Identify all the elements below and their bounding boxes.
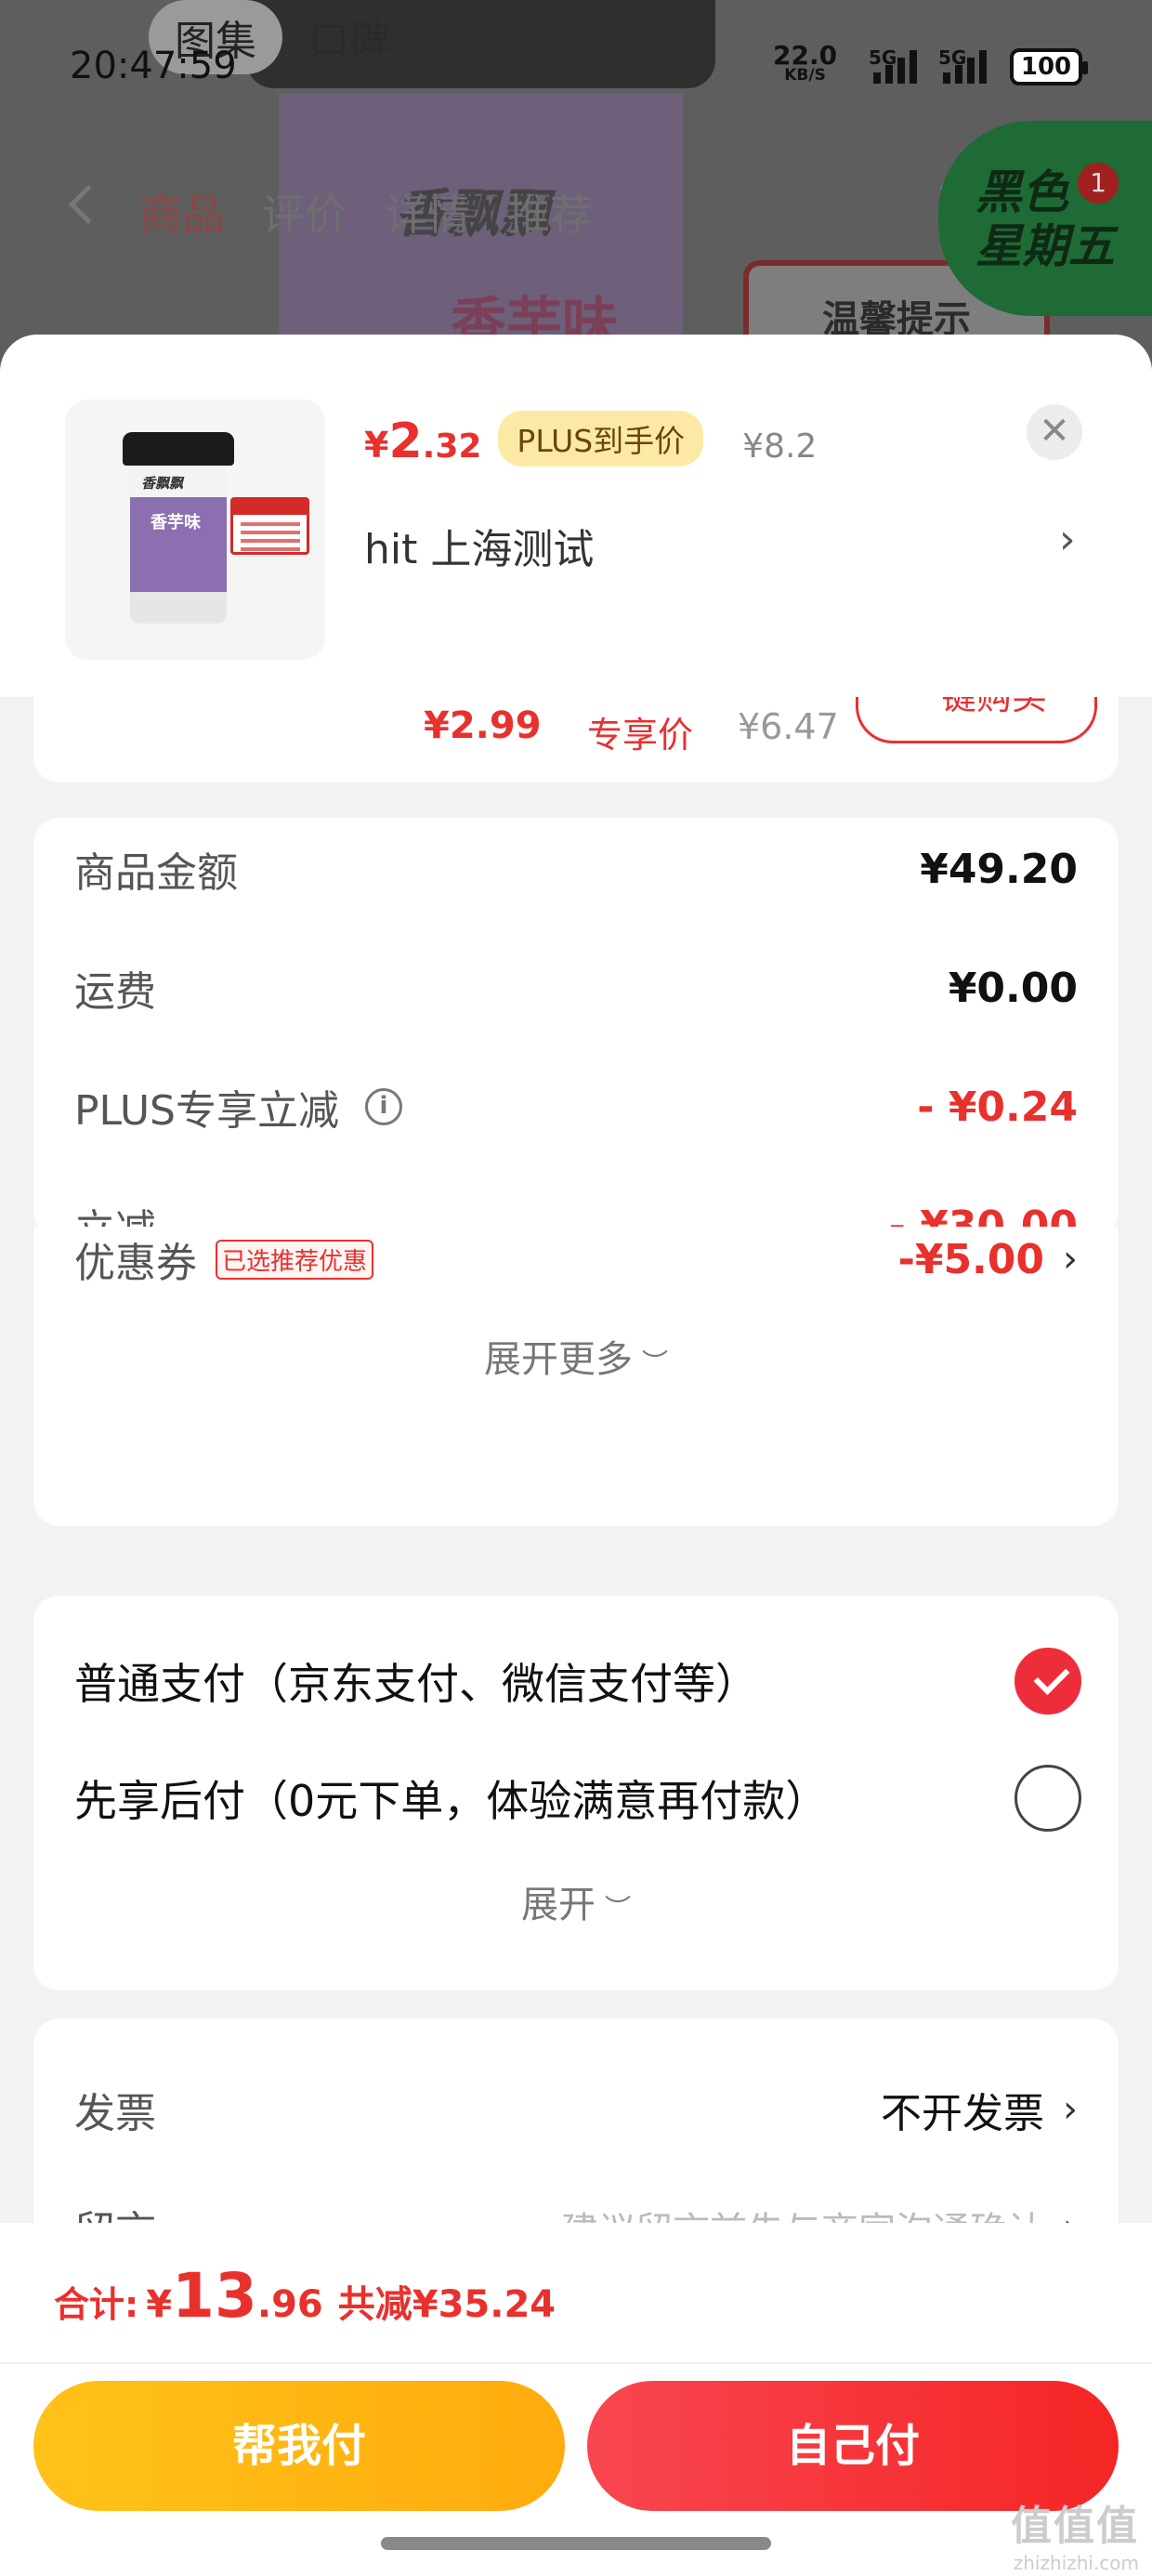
invoice-chevron-icon[interactable]: › bbox=[1063, 2088, 1078, 2131]
notice-tag-image bbox=[230, 497, 309, 555]
milk-tea-cup-image: 香飘飘 香芋味 bbox=[123, 432, 234, 627]
tab-details: 详情 bbox=[385, 190, 470, 240]
watermark-url: zhizhizhi.com bbox=[1013, 2552, 1139, 2574]
payment-option-standard[interactable]: 普通支付（京东支付、微信支付等） bbox=[74, 1644, 1081, 1718]
total-savings: 共减¥35.24 bbox=[337, 2283, 556, 2326]
price-currency: ¥ bbox=[364, 425, 389, 466]
info-icon[interactable]: i bbox=[365, 1088, 402, 1125]
background-nav-tabs: 商品 评价 详情 推荐 bbox=[139, 181, 593, 243]
peek-label: 专享价 bbox=[587, 715, 694, 756]
payment-expand-label: 展开 bbox=[520, 1884, 596, 1926]
price-integer: 2 bbox=[388, 414, 423, 469]
promo-line-2: 星期五 bbox=[975, 219, 1115, 273]
watermark-logo: 值值值 bbox=[1011, 2503, 1139, 2550]
thumb-brand: 香飘飘 bbox=[141, 475, 184, 492]
close-icon[interactable]: ✕ bbox=[1027, 404, 1082, 460]
address-chevron-icon[interactable]: › bbox=[1059, 516, 1076, 563]
goods-amount-value: ¥49.20 bbox=[920, 845, 1078, 893]
battery-icon: 100 bbox=[1010, 48, 1088, 85]
price-summary-card-lower: 优惠券 已选推荐优惠 -¥5.00 › 展开更多 ︶ bbox=[33, 1227, 1119, 1526]
black-friday-badge: 黑色 星期五 bbox=[938, 121, 1152, 316]
coupon-selected-badge: 已选推荐优惠 bbox=[216, 1239, 374, 1280]
self-pay-button[interactable]: 自己付 bbox=[587, 2381, 1119, 2511]
coupon-value: -¥5.00 bbox=[897, 1235, 1044, 1283]
row-shipping: 运费 ¥0.00 bbox=[74, 955, 1078, 1020]
price-decimal: .32 bbox=[422, 427, 482, 466]
plus-discount-label: PLUS专享立减 bbox=[74, 1087, 339, 1135]
coupon-chevron-icon[interactable]: › bbox=[1063, 1238, 1078, 1281]
radio-unchecked-icon[interactable] bbox=[1015, 1765, 1081, 1832]
home-indicator[interactable] bbox=[381, 2537, 771, 2550]
payment-expand-button[interactable]: 展开 ︶ bbox=[33, 1874, 1119, 1928]
payment-option-pay-later-label: 先享后付（0元下单，体验满意再付款） bbox=[74, 1776, 829, 1826]
checkout-bottom-bar: 合计: ¥ 13 .96 共减¥35.24 帮我付 自己付 值值值 zhizhi… bbox=[0, 2223, 1152, 2576]
invoice-value: 不开发票 bbox=[881, 2090, 1044, 2137]
divider bbox=[0, 2362, 1152, 2364]
chevron-down-icon: ︶ bbox=[641, 1347, 668, 1378]
tab-goods: 商品 bbox=[139, 190, 225, 240]
help-pay-button[interactable]: 帮我付 bbox=[33, 2381, 565, 2511]
shipping-label: 运费 bbox=[74, 968, 156, 1016]
goods-amount-label: 商品金额 bbox=[74, 849, 238, 897]
thumb-flavor: 香芋味 bbox=[151, 513, 201, 532]
product-header: 香飘飘 香芋味 ¥ 2 .32 PLUS到手价 ¥8.2 ✕ hit 上海测试 … bbox=[0, 335, 1152, 697]
radio-checked-icon[interactable] bbox=[1015, 1648, 1081, 1715]
peek-price: ¥2.99 bbox=[424, 704, 542, 747]
tab-reviews: 评价 bbox=[262, 190, 347, 240]
network-speed: 22.0 KB/S bbox=[773, 43, 837, 85]
payment-option-pay-later[interactable]: 先享后付（0元下单，体验满意再付款） bbox=[74, 1761, 1081, 1835]
shipping-value: ¥0.00 bbox=[948, 964, 1078, 1012]
price-summary-card: 商品金额 ¥49.20 运费 ¥0.00 PLUS专享立减 i - ¥0.24 … bbox=[33, 818, 1119, 1254]
signal-2-icon bbox=[943, 46, 987, 84]
invoice-label: 发票 bbox=[74, 2090, 156, 2137]
watermark: 值值值 zhizhizhi.com bbox=[1011, 2492, 1139, 2574]
expand-more-button[interactable]: 展开更多 ︶ bbox=[33, 1329, 1119, 1383]
row-invoice[interactable]: 发票 不开发票 › bbox=[74, 2077, 1078, 2142]
promo-line-1: 黑色 bbox=[975, 165, 1068, 219]
plus-discount-value: - ¥0.24 bbox=[917, 1083, 1078, 1131]
coupon-label: 优惠券 bbox=[74, 1240, 197, 1287]
product-thumbnail: 香飘飘 香芋味 bbox=[65, 400, 325, 660]
status-bar: 20:47:59 22.0 KB/S 5G 5G 100 bbox=[0, 0, 1152, 130]
row-coupon[interactable]: 优惠券 已选推荐优惠 -¥5.00 › bbox=[74, 1227, 1078, 1292]
payment-method-card: 普通支付（京东支付、微信支付等） 先享后付（0元下单，体验满意再付款） 展开 ︶ bbox=[33, 1596, 1119, 1991]
delivery-address[interactable]: hit 上海测试 bbox=[364, 516, 594, 575]
back-arrow-icon bbox=[68, 184, 109, 225]
total-currency: ¥ bbox=[146, 2283, 173, 2326]
payment-option-standard-label: 普通支付（京东支付、微信支付等） bbox=[74, 1659, 758, 1709]
plus-price-badge: PLUS到手价 bbox=[498, 411, 704, 467]
chevron-down-icon: ︶ bbox=[604, 1893, 631, 1924]
tab-recommend: 推荐 bbox=[507, 190, 593, 240]
row-goods-amount: 商品金额 ¥49.20 bbox=[74, 836, 1078, 901]
peek-orig: ¥6.47 bbox=[738, 706, 839, 747]
total-integer: 13 bbox=[172, 2260, 257, 2332]
status-time: 20:47:59 bbox=[70, 45, 237, 87]
original-price: ¥8.2 bbox=[742, 427, 818, 466]
total-label: 合计: bbox=[54, 2284, 139, 2325]
total-decimal: .96 bbox=[256, 2283, 323, 2326]
row-plus-discount: PLUS专享立减 i - ¥0.24 bbox=[74, 1074, 1078, 1139]
promo-count-badge: 1 bbox=[1078, 163, 1119, 204]
expand-more-label: 展开更多 bbox=[483, 1338, 633, 1381]
signal-1-icon bbox=[873, 46, 917, 84]
product-price-row: ¥ 2 .32 PLUS到手价 ¥8.2 bbox=[364, 411, 818, 472]
order-total: 合计: ¥ 13 .96 共减¥35.24 bbox=[54, 2260, 556, 2332]
